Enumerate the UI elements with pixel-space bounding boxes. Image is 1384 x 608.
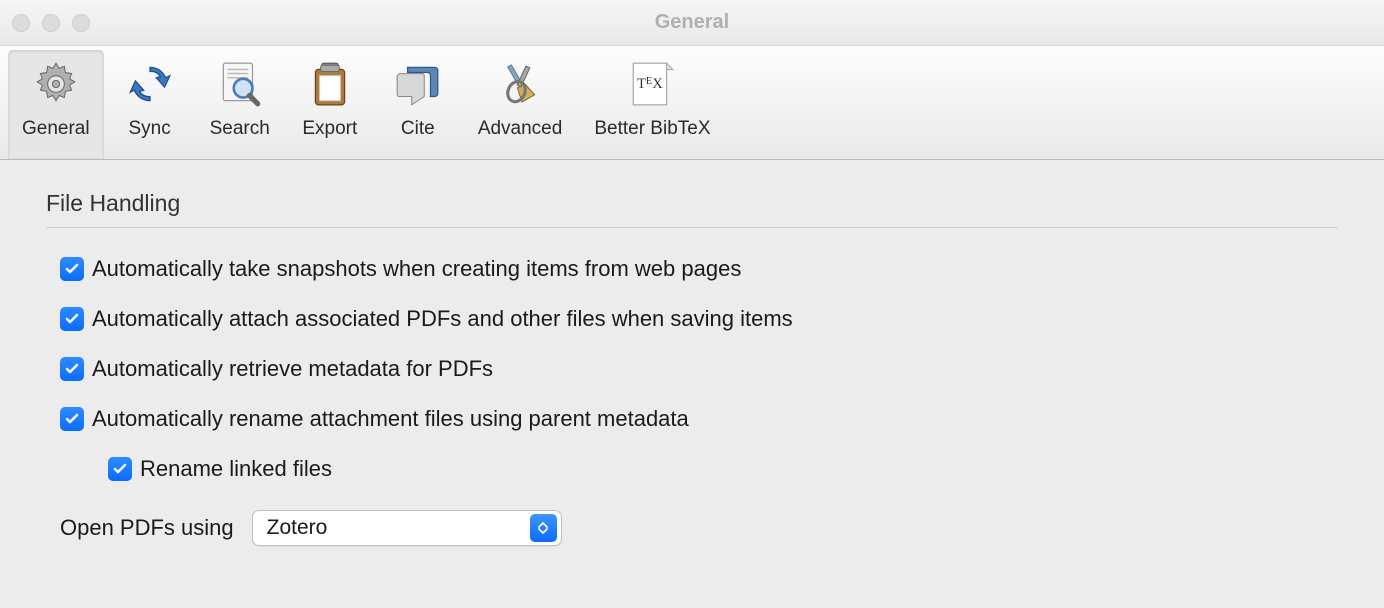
checkbox-label: Automatically retrieve metadata for PDFs [92, 356, 493, 382]
tab-cite[interactable]: Cite [376, 50, 460, 159]
tab-label: Cite [401, 118, 435, 140]
checkbox-icon [60, 407, 84, 431]
select-value: Zotero [267, 516, 530, 540]
tab-search[interactable]: Search [196, 50, 284, 159]
tab-label: Sync [128, 118, 170, 140]
tab-sync[interactable]: Sync [108, 50, 192, 159]
checkbox-icon [60, 357, 84, 381]
checkbox-auto-rename-attachments[interactable]: Automatically rename attachment files us… [46, 406, 1338, 432]
checkbox-label: Rename linked files [140, 456, 332, 482]
checkbox-icon [60, 257, 84, 281]
section-title: File Handling [46, 190, 1338, 217]
tab-export[interactable]: Export [288, 50, 372, 159]
open-pdfs-using-select[interactable]: Zotero [252, 510, 562, 546]
window-title: General [0, 11, 1384, 34]
titlebar: General [0, 0, 1384, 46]
checkbox-label: Automatically attach associated PDFs and… [92, 306, 793, 332]
checkbox-rename-linked-files[interactable]: Rename linked files [46, 456, 1338, 482]
toolbar: General Sync Search [0, 46, 1384, 160]
gear-icon [28, 56, 84, 112]
zoom-window-button[interactable] [72, 14, 90, 32]
minimize-window-button[interactable] [42, 14, 60, 32]
tab-label: Export [302, 118, 357, 140]
tab-better-bibtex[interactable]: TEX Better BibTeX [580, 50, 724, 159]
checkbox-auto-retrieve-metadata[interactable]: Automatically retrieve metadata for PDFs [46, 356, 1338, 382]
chevron-up-down-icon [530, 514, 557, 542]
advanced-icon [492, 56, 548, 112]
tab-general[interactable]: General [8, 50, 104, 159]
tab-label: Better BibTeX [594, 118, 710, 140]
cite-icon [390, 56, 446, 112]
content-area: File Handling Automatically take snapsho… [0, 160, 1384, 576]
checkbox-auto-snapshots[interactable]: Automatically take snapshots when creati… [46, 256, 1338, 282]
tab-advanced[interactable]: Advanced [464, 50, 577, 159]
export-icon [302, 56, 358, 112]
checkbox-label: Automatically take snapshots when creati… [92, 256, 741, 282]
checkbox-label: Automatically rename attachment files us… [92, 406, 689, 432]
checkbox-icon [60, 307, 84, 331]
sync-icon [122, 56, 178, 112]
select-label: Open PDFs using [60, 515, 234, 541]
checkbox-auto-attach-pdfs[interactable]: Automatically attach associated PDFs and… [46, 306, 1338, 332]
open-pdfs-using-row: Open PDFs using Zotero [46, 510, 1338, 546]
tab-label: Advanced [478, 118, 563, 140]
checkbox-icon [108, 457, 132, 481]
close-window-button[interactable] [12, 14, 30, 32]
bibtex-icon: TEX [624, 56, 680, 112]
window-controls [12, 14, 90, 32]
tab-label: Search [210, 118, 270, 140]
tab-label: General [22, 118, 90, 140]
section-divider [46, 227, 1338, 228]
search-icon [212, 56, 268, 112]
